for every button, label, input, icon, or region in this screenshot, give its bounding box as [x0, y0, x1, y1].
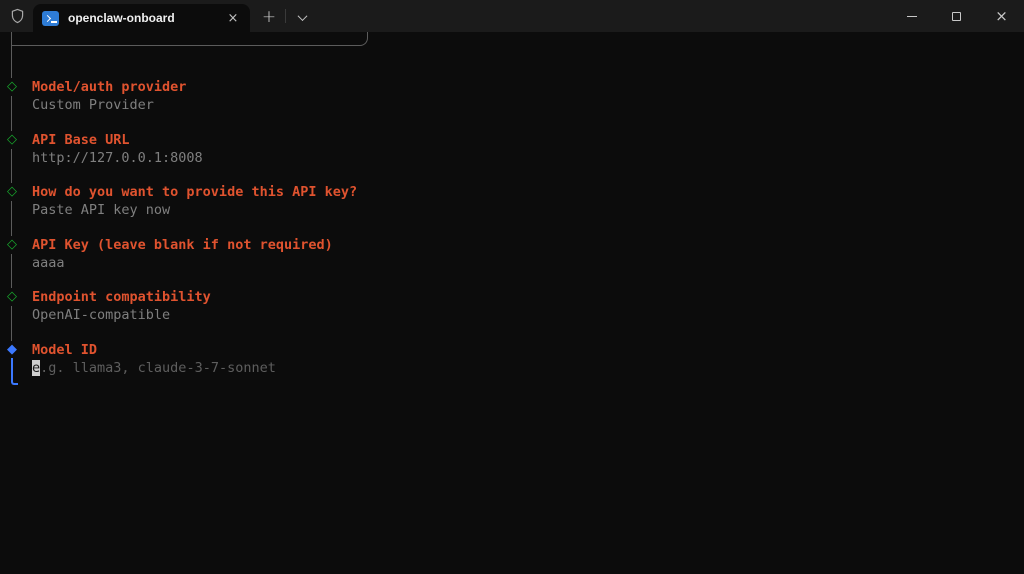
- terminal-window: openclaw-onboard × + × ◇ Model/auth prov…: [0, 0, 1024, 574]
- tab-openclaw-onboard[interactable]: openclaw-onboard ×: [33, 4, 250, 32]
- prompt-label: How do you want to provide this API key?: [32, 183, 357, 201]
- active-diamond-icon: ◆: [4, 341, 20, 359]
- minimize-icon: [907, 16, 917, 17]
- tab-dropdown-button[interactable]: [290, 5, 314, 29]
- prompt-value: Paste API key now: [32, 201, 170, 219]
- prompt-value: OpenAI-compatible: [32, 306, 170, 324]
- tab-title: openclaw-onboard: [68, 11, 222, 25]
- done-diamond-icon: ◇: [4, 131, 20, 149]
- titlebar: openclaw-onboard × + ×: [0, 0, 1024, 32]
- new-tab-button[interactable]: +: [256, 5, 282, 29]
- active-prompt-bar: [11, 358, 18, 385]
- previous-box-bottom-border: [11, 32, 368, 46]
- window-controls: ×: [889, 0, 1024, 32]
- done-diamond-icon: ◇: [4, 288, 20, 306]
- prompt-value: Custom Provider: [32, 96, 154, 114]
- done-diamond-icon: ◇: [4, 236, 20, 254]
- prompt-label: Model/auth provider: [32, 78, 186, 96]
- input-placeholder: .g. llama3, claude-3-7-sonnet: [40, 360, 276, 376]
- terminal-content[interactable]: ◇ Model/auth provider Custom Provider ◇ …: [0, 32, 1024, 574]
- model-id-input[interactable]: e.g. llama3, claude-3-7-sonnet: [32, 359, 276, 377]
- prompt-value: aaaa: [32, 254, 65, 272]
- close-button[interactable]: ×: [979, 0, 1024, 32]
- tab-close-icon[interactable]: ×: [222, 7, 244, 29]
- done-diamond-icon: ◇: [4, 183, 20, 201]
- chevron-down-icon: [297, 11, 307, 21]
- powershell-icon: [42, 11, 59, 26]
- prompt-value: http://127.0.0.1:8008: [32, 149, 203, 167]
- maximize-button[interactable]: [934, 0, 979, 32]
- prompt-label: Model ID: [32, 341, 97, 359]
- close-icon: ×: [995, 9, 1008, 24]
- prompt-label: API Base URL: [32, 131, 130, 149]
- prompt-label: Endpoint compatibility: [32, 288, 211, 306]
- minimize-button[interactable]: [889, 0, 934, 32]
- prompt-label: API Key (leave blank if not required): [32, 236, 333, 254]
- shield-outline-icon: [8, 7, 26, 25]
- tabbar-separator: [285, 9, 286, 23]
- done-diamond-icon: ◇: [4, 78, 20, 96]
- text-cursor: e: [32, 360, 40, 376]
- maximize-icon: [952, 12, 961, 21]
